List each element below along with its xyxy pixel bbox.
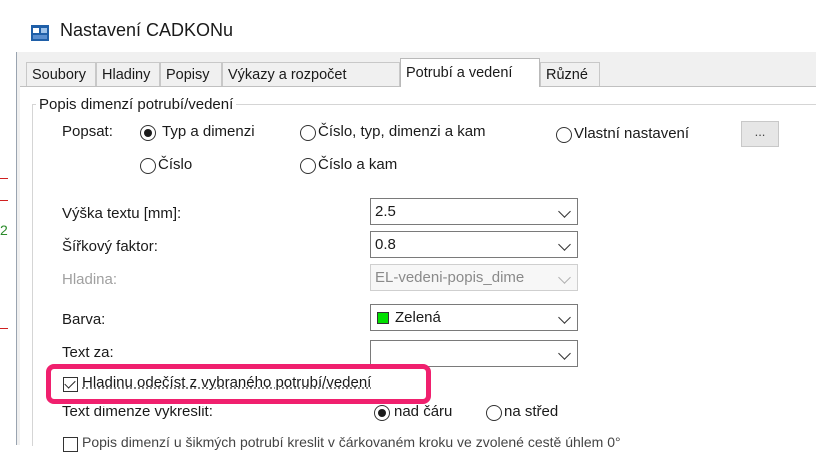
cad-line	[0, 328, 8, 329]
radio-type-dimension-label: Typ a dimenzi	[162, 123, 255, 140]
text-height-label: Výška textu [mm]:	[62, 205, 182, 222]
describe-label: Popsat:	[62, 123, 113, 140]
tab-ruzne[interactable]: Různé	[540, 62, 600, 86]
color-combo[interactable]: Zelená	[370, 304, 578, 331]
cadkon-app-icon	[31, 25, 49, 41]
radio-above-line[interactable]	[374, 405, 390, 421]
cad-line	[0, 178, 8, 179]
tab-hladiny[interactable]: Hladiny	[96, 62, 160, 86]
tab-vykazy[interactable]: Výkazy a rozpočet	[222, 62, 400, 86]
text-height-combo[interactable]: 2.5	[370, 198, 578, 225]
cad-background: 2	[0, 0, 16, 445]
radio-on-center-label: na střed	[504, 403, 559, 420]
radio-number-where[interactable]	[300, 158, 316, 174]
radio-above-line-label: nad čáru	[394, 403, 453, 420]
chevron-down-icon	[558, 205, 571, 218]
radio-on-center[interactable]	[486, 405, 502, 421]
width-factor-label: Šířkový faktor:	[62, 238, 158, 255]
cad-line	[0, 200, 8, 201]
radio-number-where-label: Číslo a kam	[318, 156, 398, 173]
radio-number-type-dim-where[interactable]	[300, 125, 316, 141]
groupbox-title: Popis dimenzí potrubí/vedení	[36, 96, 237, 113]
radio-type-dimension[interactable]	[140, 125, 156, 141]
text-after-label: Text za:	[62, 344, 114, 361]
tab-soubory[interactable]: Soubory	[26, 62, 96, 86]
radio-custom-settings[interactable]	[556, 127, 572, 143]
chevron-down-icon	[558, 311, 571, 324]
radio-number-type-dim-where-label: Číslo, typ, dimenzi a kam	[318, 123, 486, 140]
window-title: Nastavení CADKONu	[60, 20, 234, 40]
tab-potrubi[interactable]: Potrubí a vedení	[400, 58, 540, 87]
color-swatch	[377, 312, 389, 324]
width-factor-combo[interactable]: 0.8	[370, 231, 578, 258]
layer-combo: EL-vedeni-popis_dime	[370, 264, 578, 291]
chevron-down-icon	[558, 347, 571, 360]
radio-number-label: Číslo	[158, 156, 193, 173]
text-after-combo[interactable]	[370, 340, 578, 367]
width-factor-value: 0.8	[375, 236, 396, 253]
color-label: Barva:	[62, 311, 106, 328]
chevron-down-icon	[558, 238, 571, 251]
custom-settings-button[interactable]: ...	[741, 121, 779, 147]
radio-number[interactable]	[140, 158, 156, 174]
layer-label: Hladina:	[62, 271, 118, 288]
highlight-annotation	[46, 364, 431, 404]
tab-popisy[interactable]: Popisy	[160, 62, 222, 86]
color-value: Zelená	[395, 309, 441, 326]
chevron-down-icon	[558, 271, 571, 284]
radio-custom-settings-label: Vlastní nastavení	[574, 125, 690, 142]
text-height-value: 2.5	[375, 203, 396, 220]
sloped-pipe-label: Popis dimenzí u šikmých potrubí kreslit …	[82, 434, 621, 450]
cad-text: 2	[0, 222, 8, 238]
layer-value: EL-vedeni-popis_dime	[375, 269, 525, 286]
